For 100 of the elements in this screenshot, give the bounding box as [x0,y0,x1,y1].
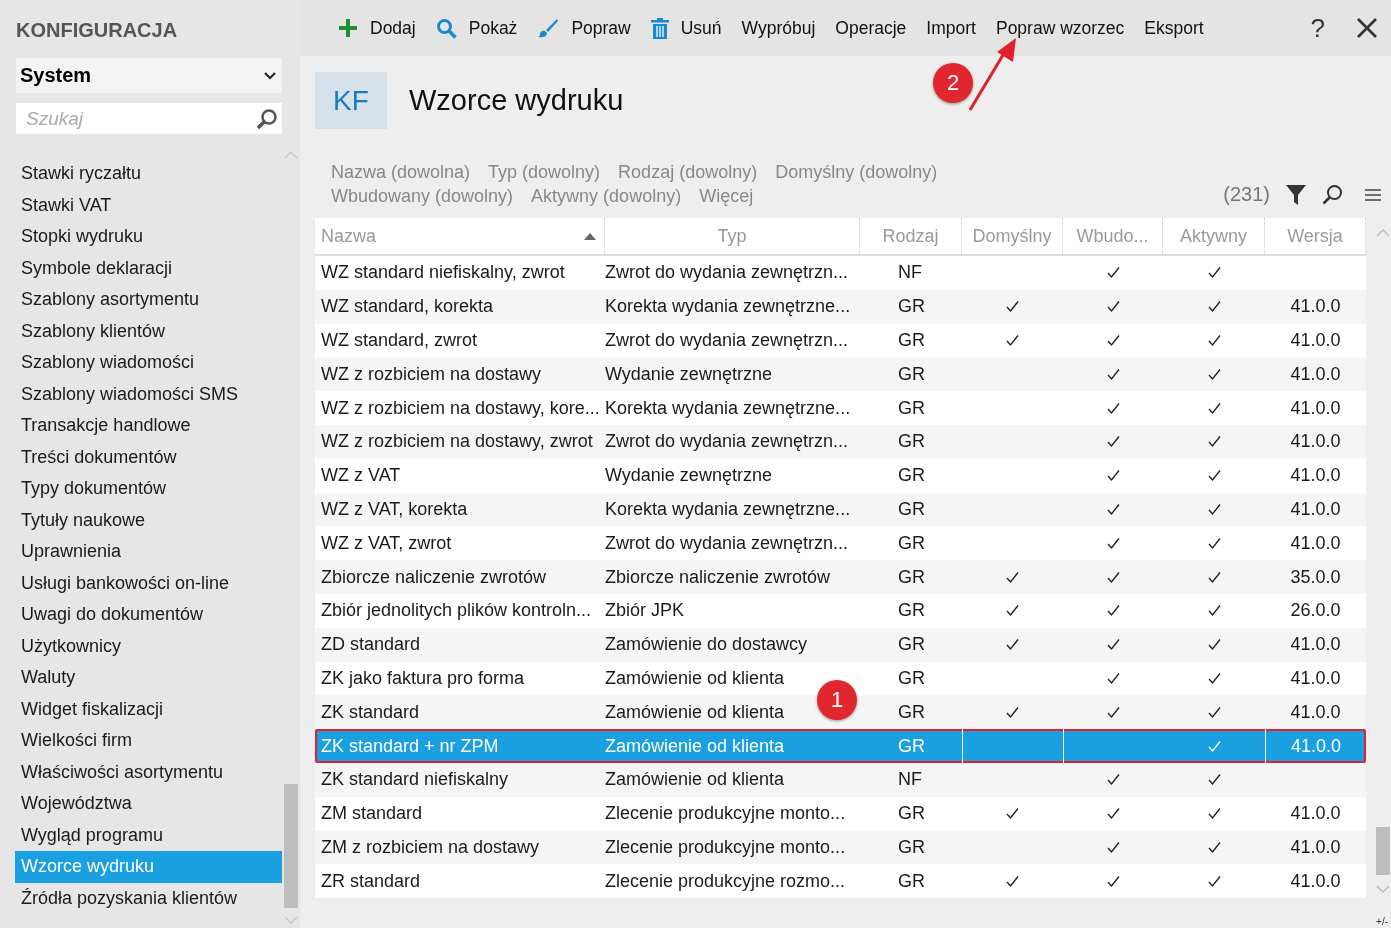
toolbar-button[interactable]: Import [916,8,986,48]
table-row[interactable]: Zbiór jednolitych plików kontroln... Zbiór JPK GR 26.0.0 [315,593,1366,628]
table-cell-text: ZK jako faktura pro forma [320,666,526,690]
sidebar-item[interactable]: Treści dokumentów [15,441,282,473]
table-cell: 26.0.0 [1290,600,1341,622]
sidebar-item[interactable]: Uwagi do dokumentów [15,599,282,631]
table-cell: 41.0.0 [1290,465,1341,487]
toolbar-button[interactable]: Operacje [825,8,917,48]
close-icon[interactable] [1357,18,1377,38]
sidebar-item[interactable]: Użytkownicy [15,630,282,662]
table-cell-text: GR [897,396,926,420]
table-cell: 41.0.0 [1290,667,1341,689]
table-cell: Wydanie zewnętrzne [605,363,772,385]
sidebar-item[interactable]: Województwa [15,788,282,820]
table-cell: 41.0.0 [1290,701,1341,723]
sidebar-item[interactable]: Typy dokumentów [15,473,282,505]
table-cell-text: WZ z rozbiciem na dostawy, kore... [320,396,601,420]
sidebar-item[interactable]: Szablony asortymentu [15,284,282,316]
toolbar-button[interactable]: Eksport [1134,8,1214,48]
filter-icon[interactable] [1286,184,1306,205]
help-button[interactable]: ? [1304,11,1331,45]
section-dropdown[interactable]: System [16,58,282,93]
sidebar-item[interactable]: Szablony wiadomości [15,347,282,379]
sidebar-item[interactable]: Wielkości firm [15,725,282,757]
table-row[interactable]: WZ z rozbiciem na dostawy, zwrot Zwrot do wydania zewnętrzn... GR 41.0.0 [315,425,1366,459]
toolbar-button[interactable]: Dodaj [328,8,426,48]
sidebar-item[interactable]: Widget fiskalizacji [15,693,282,725]
table-row[interactable]: ZM z rozbiciem na dostawy Zlecenie produkcyjne monto... GR 41.0.0 [315,830,1366,865]
table-row[interactable]: ZR standard Zlecenie produkcyjne rozmo... GR 41.0.0 [315,864,1366,899]
table-cell-text: ZR standard [320,869,422,893]
table-cell: 41.0.0 [1290,498,1341,520]
table-row[interactable]: WZ standard niefiskalny, zwrot Zwrot do wydania zewnętrzn... NF [315,256,1366,290]
toolbar-button[interactable]: Pokaż [425,8,528,48]
table-cell: 41.0.0 [1290,836,1341,858]
table-cell-text: ZM z rozbiciem na dostawy [320,835,541,859]
table-cell-text: GR [897,531,926,555]
table-row[interactable]: ZD standard Zamówienie do dostawcy GR 41.0.0 [315,627,1366,662]
trash-icon [650,17,669,39]
table-row[interactable]: WZ z VAT, korekta Korekta wydania zewnętrzne... GR 41.0.0 [315,492,1366,527]
table-cell-text: WZ z VAT, zwrot [320,531,453,555]
table-cell: Zwrot do wydania zewnętrzn... [605,262,849,284]
table-cell: 41.0.0 [1290,532,1341,554]
sidebar-item[interactable]: Transakcje handlowe [15,410,282,442]
step-marker: 2 [933,63,973,103]
table-row[interactable]: ZM standard Zlecenie produkcyjne monto... GR 41.0.0 [315,796,1366,831]
scrollbar-thumb[interactable] [284,784,298,908]
sidebar-item[interactable]: Tytuły naukowe [15,504,282,536]
table-cell: 41.0.0 [1290,363,1341,385]
table-cell-text: GR [897,464,926,488]
scrollbar-thumb[interactable] [1376,827,1390,875]
sidebar-item[interactable]: Szablony wiadomości SMS [15,378,282,410]
search-input[interactable]: Szukaj [24,106,256,131]
sort-up-icon [584,232,596,240]
table-row[interactable]: WZ z rozbiciem na dostawy Wydanie zewnętrzne GR 41.0.0 [315,357,1366,392]
table-cell-text: WZ standard niefiskalny, zwrot [320,261,566,285]
table-row[interactable]: WZ z VAT, zwrot Zwrot do wydania zewnętrzn... GR 41.0.0 [315,526,1366,561]
table-row[interactable]: WZ standard, zwrot Zwrot do wydania zewnętrzn... GR 41.0.0 [315,323,1366,358]
table-cell-text: WZ z VAT, korekta [320,497,469,521]
scroll-up-icon[interactable] [284,150,298,159]
search-icon[interactable] [1322,184,1343,205]
toolbar-button[interactable]: Wypróbuj [731,8,826,48]
toolbar-button[interactable]: Popraw wzorzec [985,8,1135,48]
table-row[interactable]: ZK standard niefiskalny Zamówienie od klienta NF [315,762,1366,797]
scroll-down-icon[interactable] [284,916,298,925]
menu-icon[interactable] [1365,187,1381,202]
table-row[interactable]: Zbiorcze naliczenie zwrotów Zbiorcze naliczenie zwrotów GR 35.0.0 [315,560,1366,594]
table-cell-text: GR [897,835,926,859]
sidebar-item[interactable]: Stawki VAT [15,189,282,221]
sidebar-item[interactable]: Waluty [15,662,282,694]
toolbar-button[interactable]: Usuń [640,8,732,48]
sidebar-item[interactable]: Właściwości asortymentu [15,756,282,788]
toolbar-button[interactable]: Popraw [527,8,641,48]
sidebar-item[interactable]: Uprawnienia [15,536,282,568]
table-cell: Zbiór JPK [605,600,685,622]
table-cell-text: GR [897,869,926,893]
table-row[interactable]: WZ z VAT Wydanie zewnętrzne GR 41.0.0 [315,458,1366,493]
search-field[interactable]: Szukaj [16,103,282,134]
sidebar-item[interactable]: Szablony klientów [15,315,282,347]
table-cell-text: GR [897,666,926,690]
sidebar-item[interactable]: Symbole deklaracji [15,252,282,284]
sidebar-item[interactable]: Usługi bankowości on-line [15,567,282,599]
table-cell-text: GR [897,295,926,319]
scroll-up-icon[interactable] [1376,228,1390,237]
table-cell: Zlecenie produkcyjne rozmo... [605,870,846,892]
table-cell-text: NF [897,261,923,285]
sidebar-item[interactable]: Stawki ryczałtu [15,158,282,190]
table-cell: Zwrot do wydania zewnętrzn... [605,431,849,453]
sidebar-item[interactable]: Wygląd programu [15,819,282,851]
table-cell-text: GR [897,565,926,589]
table-cell-text: GR [897,362,926,386]
sidebar-item[interactable]: Stopki wydruku [15,221,282,253]
table-row[interactable]: WZ z rozbiciem na dostawy, kore... Korekta wydania zewnętrzne... GR 41.0.0 [315,391,1366,425]
scroll-down-icon[interactable] [1376,885,1390,894]
table-cell-text: NF [897,768,923,792]
table-cell-text: ZK standard [320,700,421,724]
table-cell: Zamówienie od klienta [605,735,785,757]
table-row[interactable]: WZ standard, korekta Korekta wydania zewnętrzne... GR 41.0.0 [315,289,1366,324]
table-cell-text: ZK standard niefiskalny [320,768,510,792]
sidebar-item[interactable]: Źródła pozyskania klientów [15,882,282,914]
table-cell-text: GR [897,802,926,826]
